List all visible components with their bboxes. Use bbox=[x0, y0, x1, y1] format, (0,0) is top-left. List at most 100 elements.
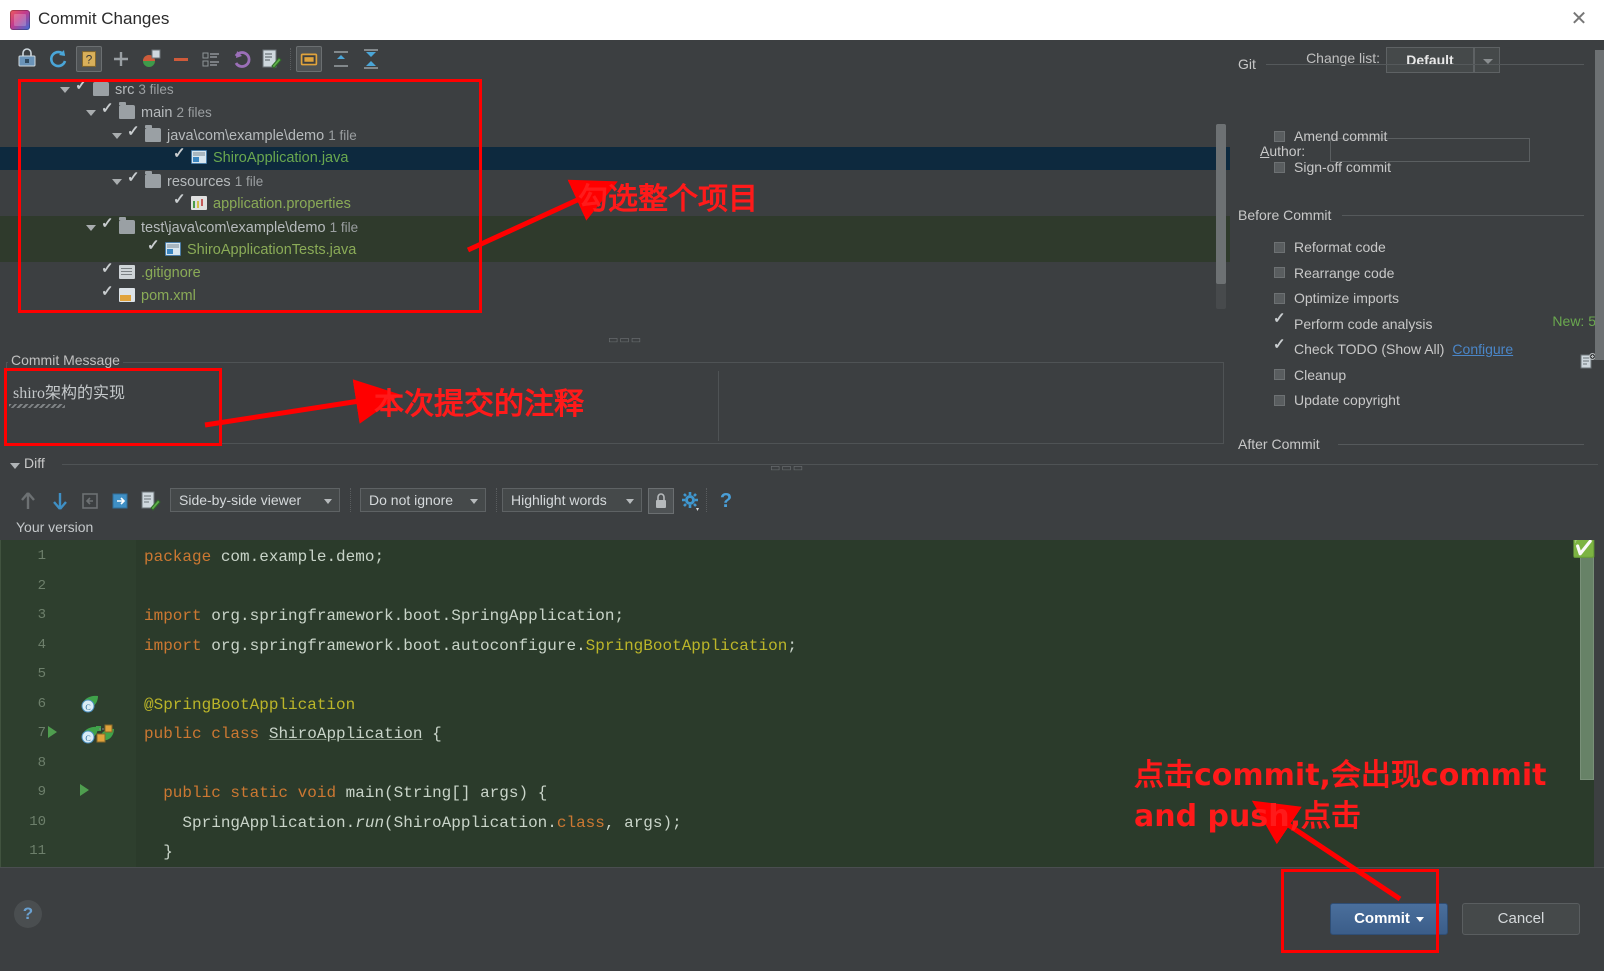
tree-row[interactable]: .gitignore bbox=[0, 257, 1230, 285]
checkbox-box[interactable] bbox=[1273, 335, 1286, 355]
file-checkbox[interactable] bbox=[101, 212, 114, 235]
help-button[interactable]: ? bbox=[14, 900, 42, 928]
after-commit-group-title: After Commit bbox=[1238, 436, 1320, 452]
checkbox-label: Check TODO (Show All) bbox=[1294, 341, 1445, 357]
expand-all-icon[interactable] bbox=[328, 46, 354, 72]
cleanup-checkbox[interactable]: Cleanup bbox=[1274, 365, 1346, 385]
tree-splitter-handle[interactable]: ▭▭▭ bbox=[608, 333, 642, 346]
line-number: 4 bbox=[37, 636, 46, 653]
ignore-mode-dropdown[interactable]: Do not ignore bbox=[360, 488, 486, 512]
run-gutter-icon[interactable] bbox=[80, 784, 89, 796]
options-scrollbar[interactable] bbox=[1595, 50, 1604, 360]
your-version-label: Your version bbox=[16, 519, 94, 535]
file-checkbox[interactable] bbox=[101, 280, 114, 303]
folder-icon bbox=[93, 79, 109, 97]
highlight-mode-dropdown[interactable]: Highlight words bbox=[502, 488, 642, 512]
line-number: 3 bbox=[37, 607, 46, 623]
add-icon[interactable] bbox=[108, 46, 134, 72]
file-checkbox[interactable] bbox=[127, 120, 140, 143]
tree-row-label: pom.xml bbox=[141, 288, 196, 304]
checkbox-box[interactable] bbox=[1274, 130, 1285, 142]
checkbox-label: Cleanup bbox=[1294, 366, 1347, 383]
run-gutter-icon[interactable] bbox=[48, 726, 57, 738]
tree-row[interactable]: test\java\com\example\demo 1 file bbox=[0, 212, 1230, 239]
file-checkbox[interactable] bbox=[147, 234, 160, 257]
checkbox-box[interactable] bbox=[1274, 394, 1285, 406]
tree-scrollbar[interactable] bbox=[1216, 124, 1226, 309]
checkbox-box[interactable] bbox=[1274, 241, 1285, 253]
sign-off-commit-checkbox[interactable]: Sign-off commit bbox=[1274, 157, 1391, 177]
tree-row-label: java\com\example\demo bbox=[167, 128, 325, 144]
file-checkbox[interactable] bbox=[75, 78, 88, 97]
code-line: @SpringBootApplication bbox=[144, 695, 356, 714]
diff-editor[interactable]: 1 package com.example.demo; 2 3 import org.s… bbox=[0, 540, 1604, 867]
rearrange-code-checkbox[interactable]: Rearrange code bbox=[1274, 263, 1394, 283]
file-checkbox[interactable] bbox=[127, 166, 140, 189]
chevron-down-icon[interactable] bbox=[86, 225, 96, 232]
show-unversioned-files-icon[interactable]: ? bbox=[76, 46, 102, 72]
delete-icon[interactable] bbox=[168, 46, 194, 72]
previous-difference-icon[interactable] bbox=[16, 489, 40, 513]
accept-right-icon[interactable] bbox=[108, 489, 132, 513]
update-copyright-checkbox[interactable]: Update copyright bbox=[1274, 390, 1400, 410]
revert-icon[interactable] bbox=[228, 46, 254, 72]
chevron-down-icon[interactable] bbox=[60, 87, 70, 94]
git-group-title: Git bbox=[1238, 56, 1256, 72]
tree-row[interactable]: pom.xml bbox=[0, 280, 1230, 308]
text-file-icon bbox=[119, 265, 135, 280]
chevron-down-icon[interactable] bbox=[112, 179, 122, 186]
collapse-all-icon[interactable] bbox=[358, 46, 384, 72]
java-file-icon bbox=[165, 242, 181, 257]
cancel-button[interactable]: Cancel bbox=[1462, 903, 1580, 935]
tree-row[interactable]: application.properties bbox=[0, 188, 1230, 216]
amend-commit-checkbox[interactable]: Amend commit bbox=[1274, 126, 1387, 146]
accept-left-icon[interactable] bbox=[78, 489, 102, 513]
folder-icon bbox=[145, 171, 161, 189]
checkbox-box[interactable] bbox=[1274, 369, 1285, 381]
diff-collapse-icon[interactable] bbox=[10, 463, 20, 469]
reformat-code-checkbox[interactable]: Reformat code bbox=[1274, 237, 1386, 257]
group-by-directory-icon[interactable] bbox=[296, 46, 322, 72]
tree-row[interactable]: ShiroApplicationTests.java bbox=[0, 234, 1230, 262]
file-checkbox[interactable] bbox=[101, 257, 114, 280]
move-to-another-changelist-icon[interactable] bbox=[138, 46, 164, 72]
edit-source-icon[interactable] bbox=[258, 46, 284, 72]
file-checkbox[interactable] bbox=[173, 188, 186, 211]
group-by-icon[interactable] bbox=[198, 46, 224, 72]
tree-row[interactable]: ShiroApplication.java bbox=[0, 142, 1230, 170]
tree-row[interactable]: main 2 files bbox=[0, 97, 1230, 124]
refresh-icon[interactable] bbox=[46, 46, 72, 72]
tree-row-count: 2 files bbox=[176, 105, 212, 120]
code-line: } bbox=[144, 843, 173, 861]
check-todo-checkbox[interactable]: Check TODO (Show All) Configure bbox=[1273, 335, 1513, 359]
optimize-imports-checkbox[interactable]: Optimize imports bbox=[1274, 288, 1399, 308]
spring-bean-config-icon[interactable]: C bbox=[78, 723, 128, 744]
tree-row-count: 3 files bbox=[138, 82, 174, 97]
lock-icon[interactable] bbox=[648, 488, 674, 514]
edit-source-icon[interactable] bbox=[138, 489, 162, 513]
spring-bean-icon[interactable]: C bbox=[78, 693, 100, 713]
chevron-down-icon[interactable] bbox=[86, 110, 96, 117]
show-diff-icon[interactable] bbox=[14, 46, 40, 72]
next-difference-icon[interactable] bbox=[48, 489, 72, 513]
question-icon[interactable]: ? bbox=[714, 489, 738, 513]
file-checkbox[interactable] bbox=[173, 142, 186, 165]
gear-icon[interactable] bbox=[678, 489, 702, 513]
tree-row[interactable]: src 3 files bbox=[0, 78, 1230, 101]
tree-row-label: application.properties bbox=[213, 196, 351, 212]
checkbox-box[interactable] bbox=[1274, 292, 1285, 304]
commit-button[interactable]: Commit bbox=[1330, 903, 1448, 935]
checkbox-box[interactable] bbox=[1274, 267, 1285, 279]
chevron-down-icon[interactable] bbox=[112, 133, 122, 140]
changed-files-tree[interactable]: src 3 filesmain 2 files java\com\example\… bbox=[0, 78, 1230, 312]
file-checkbox[interactable] bbox=[101, 97, 114, 120]
viewer-mode-dropdown[interactable]: Side-by-side viewer bbox=[170, 488, 340, 512]
perform-code-analysis-checkbox[interactable]: Perform code analysis bbox=[1273, 309, 1433, 334]
diff-splitter-handle[interactable]: ▭▭▭ bbox=[770, 461, 804, 474]
checkbox-box[interactable] bbox=[1273, 309, 1286, 329]
editor-scrollbar[interactable] bbox=[1580, 550, 1594, 780]
checkbox-box[interactable] bbox=[1274, 161, 1285, 173]
close-icon[interactable]: ✕ bbox=[1564, 7, 1594, 33]
commit-message-input[interactable]: shiro架构的实现 bbox=[7, 371, 717, 441]
configure-link[interactable]: Configure bbox=[1452, 341, 1513, 357]
